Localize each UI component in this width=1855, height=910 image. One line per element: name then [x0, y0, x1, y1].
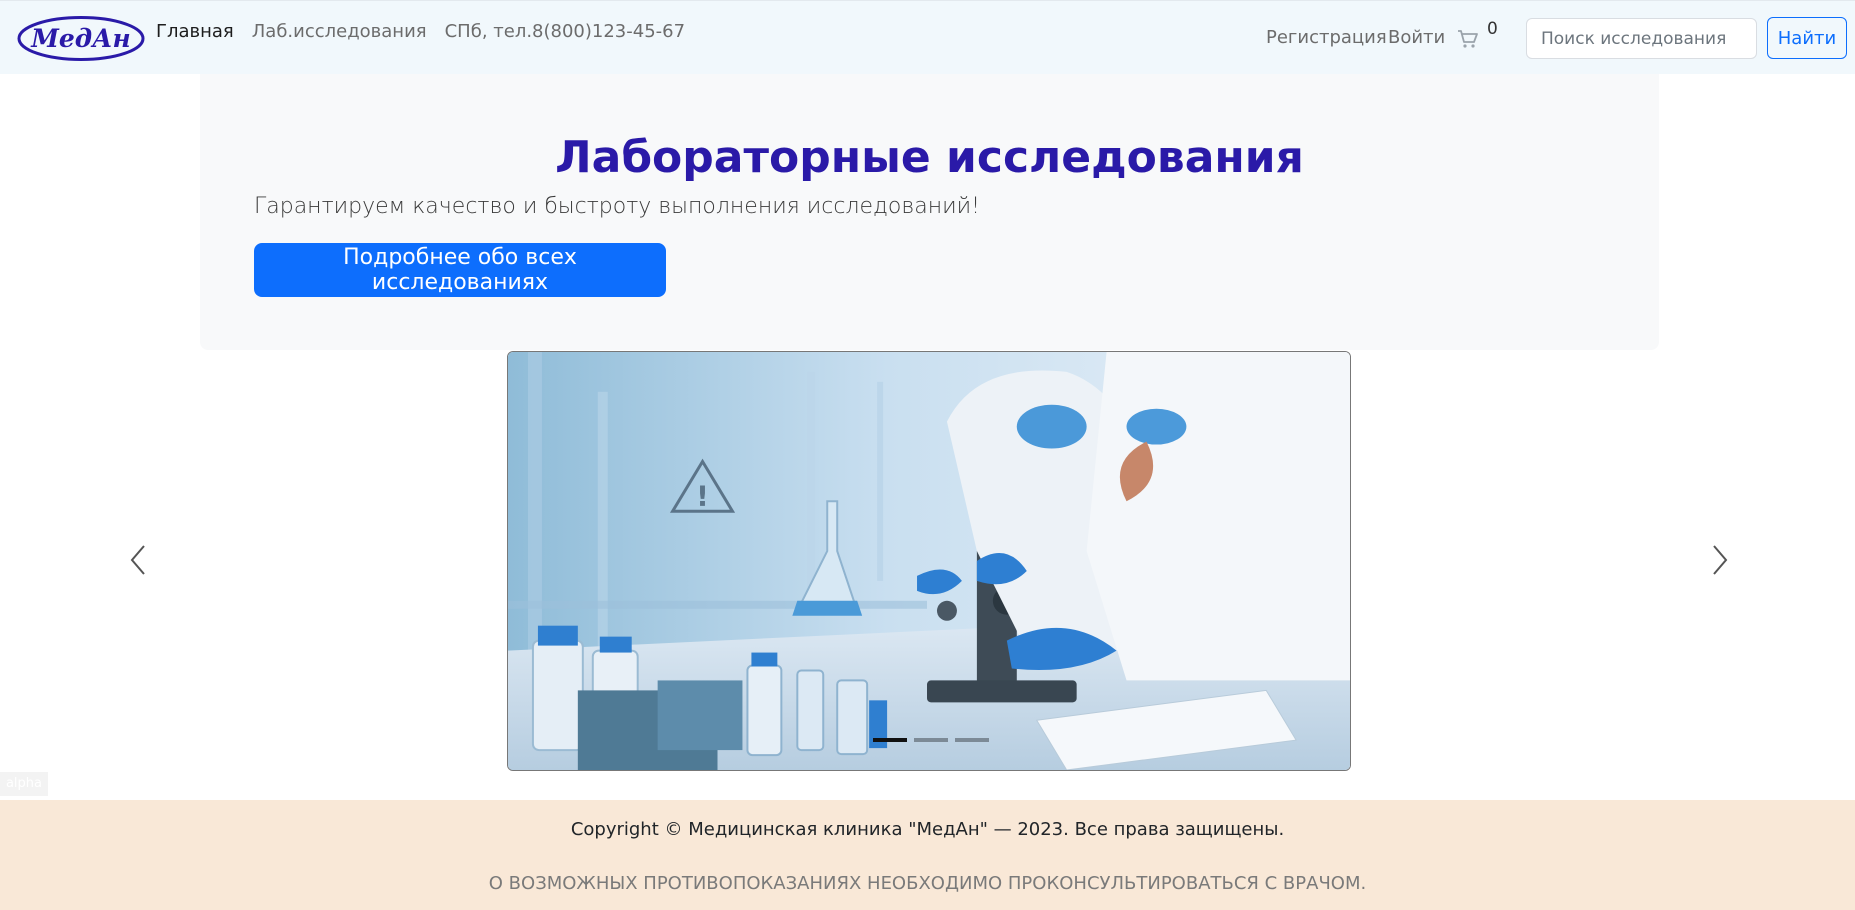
cart-count: 0: [1487, 19, 1498, 39]
logo-text: МедАн: [30, 24, 131, 53]
footer-warning: О ВОЗМОЖНЫХ ПРОТИВОПОКАЗАНИЯХ НЕОБХОДИМО…: [488, 873, 1367, 894]
hero-subtitle: Гарантируем качество и быстроту выполнен…: [254, 194, 980, 219]
lab-scientists-image: !: [508, 352, 1350, 770]
logo[interactable]: МедАн: [16, 14, 146, 63]
alpha-label: alpha: [0, 772, 48, 796]
main-nav: Главная Лаб.исследования СПб, тел.8(800)…: [156, 21, 685, 42]
carousel-indicators: [873, 738, 989, 742]
register-link[interactable]: Регистрация: [1266, 27, 1387, 48]
carousel-prev-icon[interactable]: [124, 540, 154, 580]
page-title: Лабораторные исследования: [555, 132, 1304, 183]
image-carousel: !: [507, 351, 1351, 771]
carousel-indicator-2[interactable]: [914, 738, 948, 742]
search-input[interactable]: [1526, 18, 1757, 59]
nav-phone[interactable]: СПб, тел.8(800)123-45-67: [445, 21, 685, 42]
more-tests-button[interactable]: Подробнее обо всех исследованиях: [254, 243, 666, 297]
nav-lab-tests[interactable]: Лаб.исследования: [252, 21, 427, 42]
navbar: МедАн Главная Лаб.исследования СПб, тел.…: [0, 0, 1855, 74]
nav-home[interactable]: Главная: [156, 21, 234, 42]
login-link[interactable]: Войти: [1388, 27, 1445, 48]
hero-section: Лабораторные исследования Гарантируем ка…: [200, 74, 1659, 350]
carousel-indicator-3[interactable]: [955, 738, 989, 742]
footer-copyright: Copyright © Медицинская клиника "МедАн" …: [570, 819, 1285, 840]
svg-text:!: !: [696, 479, 709, 512]
carousel-indicator-1[interactable]: [873, 738, 907, 742]
carousel-next-icon[interactable]: [1704, 540, 1734, 580]
cart-icon[interactable]: [1457, 29, 1479, 49]
search-button[interactable]: Найти: [1767, 17, 1847, 59]
footer: Copyright © Медицинская клиника "МедАн" …: [0, 800, 1855, 910]
